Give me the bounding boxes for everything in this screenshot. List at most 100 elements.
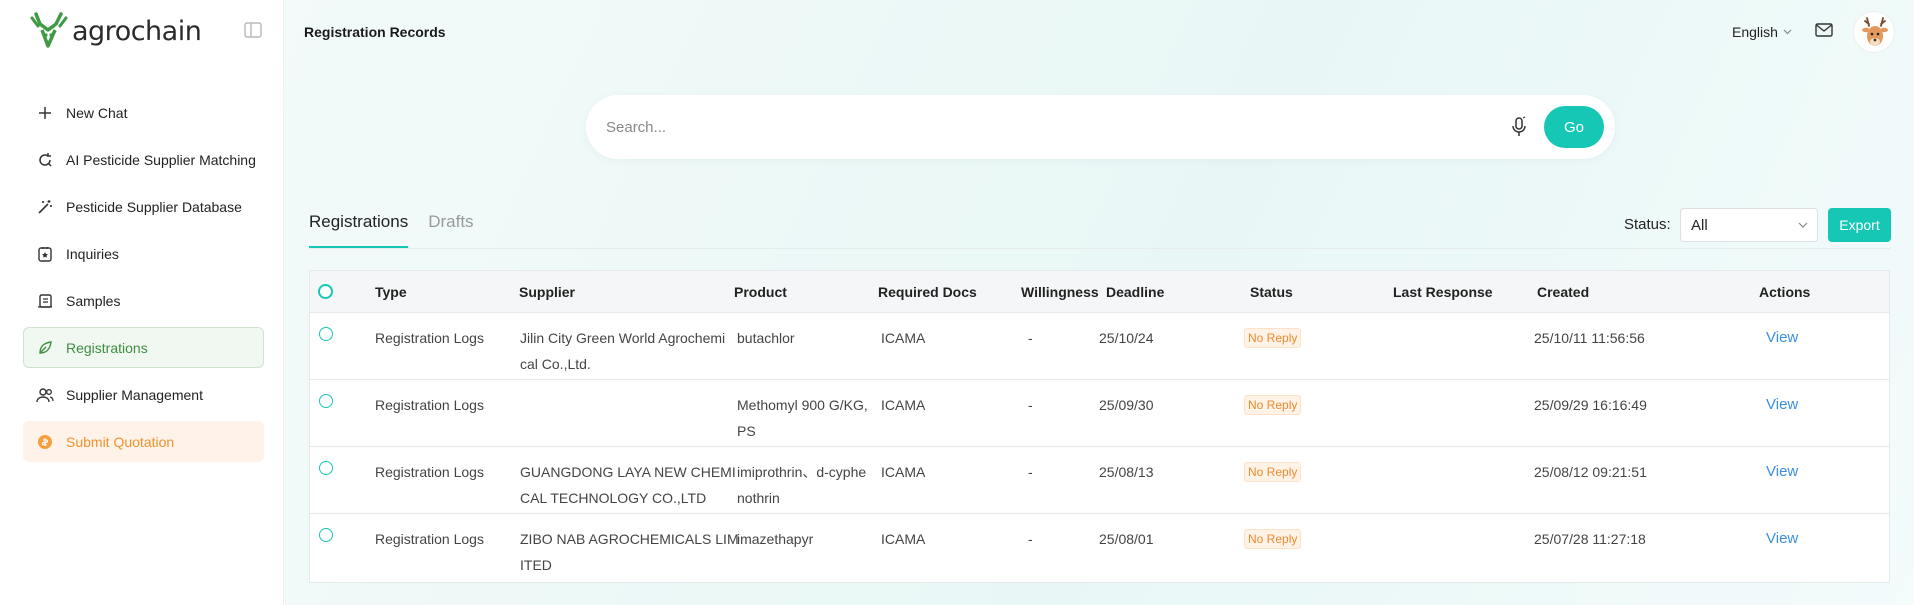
brand-logo[interactable]: agrochain <box>28 10 202 50</box>
cell-required-docs: ICAMA <box>881 531 926 547</box>
column-header-created: Created <box>1537 284 1590 300</box>
leaf-icon <box>36 339 54 357</box>
table-header: Type Supplier Product Required Docs Will… <box>310 271 1889 313</box>
page-title: Registration Records <box>304 24 446 40</box>
sidebar-item-submit-quotation[interactable]: Submit Quotation <box>23 421 264 462</box>
status-filter-label: Status: <box>1624 216 1671 233</box>
cell-required-docs: ICAMA <box>881 464 926 480</box>
user-avatar[interactable] <box>1853 11 1895 53</box>
deer-logo-icon <box>30 12 68 48</box>
cell-created: 25/10/11 11:56:56 <box>1534 330 1645 346</box>
refresh-search-icon <box>36 151 54 169</box>
status-badge: No Reply <box>1244 529 1302 549</box>
cell-supplier: Jilin City Green World Agrochemi cal Co.… <box>520 325 725 377</box>
column-header-product: Product <box>734 284 787 300</box>
table-row: Registration Logs GUANGDONG LAYA NEW CHE… <box>310 447 1889 514</box>
cell-supplier: GUANGDONG LAYA NEW CHEMI CAL TECHNOLOGY … <box>520 459 736 511</box>
status-badge: No Reply <box>1244 462 1302 482</box>
mail-icon <box>1815 23 1833 37</box>
sidebar-item-label: Samples <box>66 292 121 309</box>
cell-deadline: 25/10/24 <box>1099 330 1154 346</box>
search-bar: Go <box>586 95 1615 159</box>
cell-type: Registration Logs <box>375 531 484 547</box>
users-icon <box>36 386 54 404</box>
microphone-icon <box>1512 116 1526 136</box>
tab-divider <box>309 248 1890 249</box>
cell-type: Registration Logs <box>375 464 484 480</box>
column-header-last-response: Last Response <box>1393 284 1493 300</box>
sidebar-item-label: Pesticide Supplier Database <box>66 198 242 215</box>
sidebar-item-supplier-management[interactable]: Supplier Management <box>23 374 264 415</box>
export-button[interactable]: Export <box>1828 208 1891 242</box>
chevron-down-icon <box>1783 29 1792 35</box>
product-line-2: nothrin <box>737 490 780 506</box>
supplier-line-2: ITED <box>520 557 552 573</box>
supplier-line-2: CAL TECHNOLOGY CO.,LTD <box>520 490 707 506</box>
sidebar-collapse-button[interactable] <box>244 22 262 38</box>
cell-required-docs: ICAMA <box>881 397 926 413</box>
row-select-radio[interactable] <box>319 528 333 542</box>
language-label: English <box>1732 24 1778 40</box>
sidebar: agrochain New Chat AI Pesticide Supplier… <box>0 0 284 605</box>
brand-name: agrochain <box>72 15 202 47</box>
chevron-down-icon <box>1798 222 1808 228</box>
status-badge: No Reply <box>1244 395 1302 415</box>
cell-willingness: - <box>1028 464 1033 480</box>
cell-created: 25/09/29 16:16:49 <box>1534 397 1647 413</box>
column-header-type: Type <box>375 284 407 300</box>
samples-icon <box>36 292 54 310</box>
tab-drafts[interactable]: Drafts <box>428 212 473 249</box>
row-select-radio[interactable] <box>319 394 333 408</box>
product-line-1: imazethapyr <box>737 531 814 547</box>
row-select-radio[interactable] <box>319 327 333 341</box>
sidebar-item-inquiries[interactable]: Inquiries <box>23 233 264 274</box>
cell-created: 25/07/28 11:27:18 <box>1534 531 1646 547</box>
product-line-1: imiprothrin、d-cyphe <box>737 464 867 480</box>
language-selector[interactable]: English <box>1732 24 1792 40</box>
search-input[interactable] <box>606 115 1506 139</box>
product-line-1: butachlor <box>737 330 795 346</box>
sidebar-item-supplier-database[interactable]: Pesticide Supplier Database <box>23 186 264 227</box>
column-header-willingness: Willingness <box>1021 284 1099 300</box>
view-link[interactable]: View <box>1766 526 1798 552</box>
sidebar-item-label: New Chat <box>66 104 128 121</box>
status-filter-value: All <box>1691 217 1708 234</box>
deer-avatar-icon <box>1862 17 1888 46</box>
status-filter-select[interactable]: All <box>1680 208 1818 242</box>
status-badge: No Reply <box>1244 328 1302 348</box>
sidebar-item-new-chat[interactable]: New Chat <box>23 92 264 133</box>
row-select-radio[interactable] <box>319 461 333 475</box>
cell-type: Registration Logs <box>375 397 484 413</box>
sidebar-item-registrations[interactable]: Registrations <box>23 327 264 368</box>
cell-product: imiprothrin、d-cyphe nothrin <box>737 459 866 511</box>
column-header-supplier: Supplier <box>519 284 576 300</box>
supplier-line-1: GUANGDONG LAYA NEW CHEMI <box>520 464 736 480</box>
supplier-line-1: ZIBO NAB AGROCHEMICALS LIM <box>520 531 739 547</box>
view-link[interactable]: View <box>1766 392 1798 418</box>
cell-supplier: ZIBO NAB AGROCHEMICALS LIM ITED <box>520 526 739 578</box>
supplier-line-1: Jilin City Green World Agrochemi <box>520 330 726 346</box>
cell-willingness: - <box>1028 531 1033 547</box>
magic-wand-icon <box>36 198 54 216</box>
supplier-line-2: cal Co.,Ltd. <box>520 356 591 372</box>
cell-deadline: 25/08/13 <box>1099 464 1154 480</box>
go-button[interactable]: Go <box>1544 106 1604 148</box>
cell-deadline: 25/09/30 <box>1099 397 1154 413</box>
cell-required-docs: ICAMA <box>881 330 926 346</box>
mail-button[interactable] <box>1815 23 1833 42</box>
view-link[interactable]: View <box>1766 459 1798 485</box>
product-line-1: Methomyl 900 G/KG, <box>737 397 868 413</box>
tab-registrations[interactable]: Registrations <box>309 212 409 249</box>
cell-willingness: - <box>1028 397 1033 413</box>
microphone-button[interactable] <box>1510 116 1528 143</box>
sidebar-item-ai-matching[interactable]: AI Pesticide Supplier Matching <box>23 139 264 180</box>
cell-willingness: - <box>1028 330 1033 346</box>
select-all-radio[interactable] <box>318 284 333 299</box>
sidebar-item-samples[interactable]: Samples <box>23 280 264 321</box>
cell-product: Methomyl 900 G/KG, PS <box>737 392 868 444</box>
sidebar-item-label: Supplier Management <box>66 386 203 403</box>
sidebar-item-label: Submit Quotation <box>66 433 175 450</box>
view-link[interactable]: View <box>1766 325 1798 351</box>
cell-product: butachlor <box>737 325 795 351</box>
sidebar-toggle-icon <box>244 22 262 38</box>
